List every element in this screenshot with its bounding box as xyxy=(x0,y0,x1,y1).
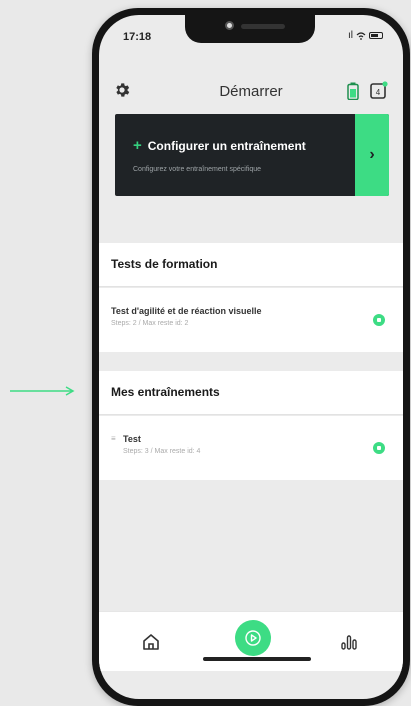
wifi-icon xyxy=(356,31,366,40)
start-dot-icon[interactable] xyxy=(373,442,385,454)
section-title: Mes entraînements xyxy=(111,385,220,399)
status-icons: ıl xyxy=(348,30,383,41)
start-dot-icon[interactable] xyxy=(373,314,385,326)
configure-training-label: Configurer un entraînement xyxy=(147,138,306,153)
configure-training-title: + Configurer un entraînement xyxy=(133,137,306,154)
item-meta: Steps: 2 / Max reste id: 2 xyxy=(111,320,189,327)
devices-icon[interactable]: 4 xyxy=(369,80,389,100)
status-time: 17:18 xyxy=(123,31,152,43)
app-screen: 17:18 ıl Démarrer 4 + Configurer un entr… xyxy=(99,15,403,699)
phone-frame: 17:18 ıl Démarrer 4 + Configurer un entr… xyxy=(92,8,410,706)
item-name: Test xyxy=(123,434,141,444)
drag-handle-icon[interactable]: ≡ xyxy=(111,434,116,443)
item-meta: Steps: 3 / Max reste id: 4 xyxy=(123,448,201,455)
list-item[interactable]: ≡ Test Steps: 3 / Max reste id: 4 xyxy=(99,416,403,480)
chevron-right-icon[interactable]: › xyxy=(355,114,389,196)
svg-text:4: 4 xyxy=(376,88,381,97)
play-button[interactable] xyxy=(235,620,271,656)
bottom-nav xyxy=(99,611,403,671)
list-item[interactable]: Test d'agilité et de réaction visuelle S… xyxy=(99,288,403,352)
section-title: Tests de formation xyxy=(111,257,218,271)
configure-training-subtitle: Configurez votre entraînement spécifique xyxy=(133,166,262,173)
top-bar: Démarrer 4 xyxy=(99,77,403,107)
camera-icon xyxy=(225,21,234,30)
notch xyxy=(185,15,315,43)
home-indicator xyxy=(203,657,311,661)
home-icon[interactable] xyxy=(141,632,161,652)
section-header-training-tests: Tests de formation xyxy=(99,243,403,287)
battery-icon[interactable] xyxy=(347,82,359,100)
section-header-my-trainings: Mes entraînements xyxy=(99,371,403,415)
speaker-icon xyxy=(241,24,285,29)
configure-training-card[interactable]: + Configurer un entraînement Configurez … xyxy=(115,114,389,196)
status-battery-icon xyxy=(369,32,383,39)
pointer-arrow-icon xyxy=(10,386,75,396)
stats-icon[interactable] xyxy=(339,632,359,652)
signal-icon: ıl xyxy=(348,30,353,41)
item-name: Test d'agilité et de réaction visuelle xyxy=(111,306,262,316)
stage: 17:18 ıl Démarrer 4 + Configurer un entr… xyxy=(0,0,411,706)
play-icon xyxy=(245,630,261,646)
plus-icon: + xyxy=(133,137,142,154)
